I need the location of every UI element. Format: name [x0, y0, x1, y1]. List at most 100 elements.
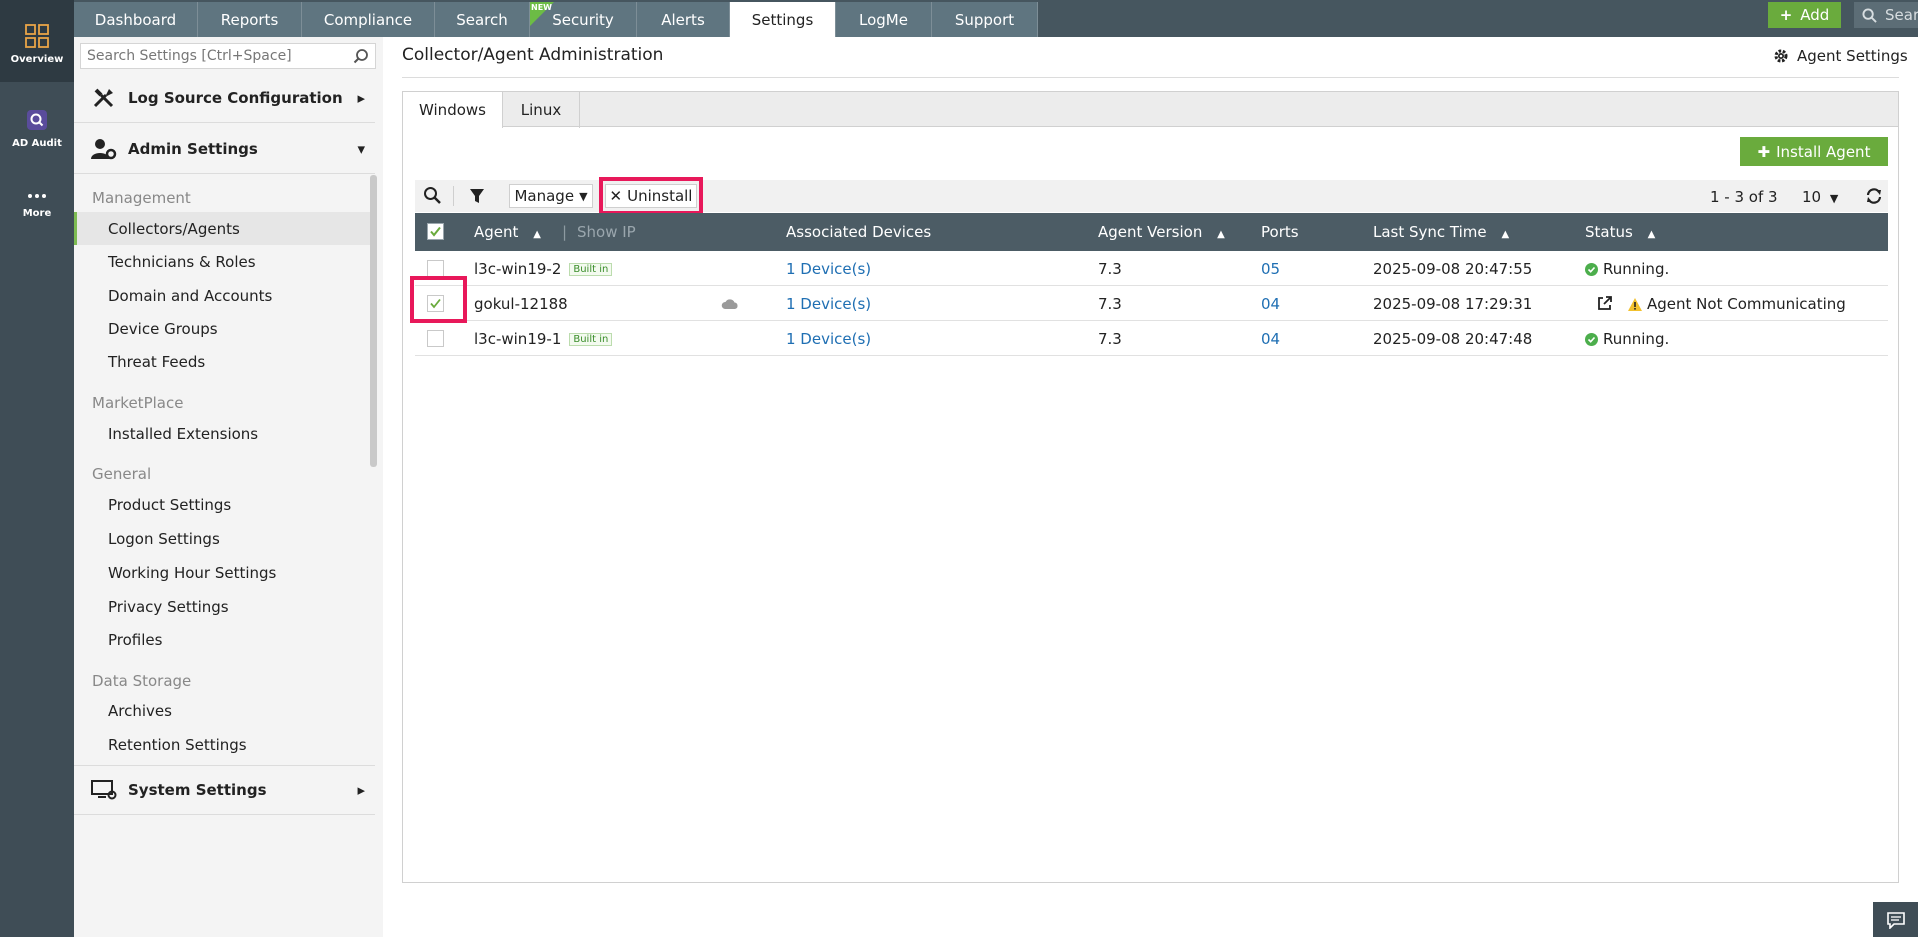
- last-sync-time: 2025-09-08 17:29:31: [1373, 295, 1533, 313]
- table-row[interactable]: l3c-win19-1 Built in 1 Device(s) 7.3 04 2…: [415, 321, 1888, 356]
- tab-reports[interactable]: Reports: [198, 2, 302, 37]
- devices-link[interactable]: 1 Device(s): [786, 295, 871, 313]
- table-row[interactable]: gokul-12188 1 Device(s) 7.3 04 2025-09-0…: [415, 286, 1888, 321]
- tab-linux[interactable]: Linux: [503, 92, 580, 128]
- tab-settings[interactable]: Settings: [730, 2, 836, 37]
- agents-panel: Windows Linux ✚ Install Agent Manage ▼ ✕…: [402, 91, 1899, 883]
- sidebar-item-working-hour-settings[interactable]: Working Hour Settings: [74, 556, 375, 589]
- filter-icon[interactable]: [469, 187, 485, 205]
- column-header-status[interactable]: Status ▲: [1585, 223, 1655, 241]
- caret-down-icon: ▾: [357, 139, 365, 158]
- page-title: Collector/Agent Administration: [402, 45, 664, 65]
- ports-link[interactable]: 04: [1261, 295, 1280, 313]
- gear-icon: [1774, 49, 1788, 63]
- sidebar-item-device-groups[interactable]: Device Groups: [74, 312, 375, 345]
- section-label: Log Source Configuration: [128, 88, 343, 107]
- sidebar-item-installed-extensions[interactable]: Installed Extensions: [74, 417, 375, 450]
- install-agent-button[interactable]: ✚ Install Agent: [1740, 137, 1888, 166]
- agent-name-text: l3c-win19-1: [474, 330, 562, 348]
- sort-asc-icon: ▲: [533, 229, 541, 240]
- sidebar-item-retention-settings[interactable]: Retention Settings: [74, 728, 375, 761]
- section-system-settings[interactable]: System Settings ▸: [74, 765, 375, 815]
- manage-dropdown[interactable]: Manage ▼: [509, 184, 593, 208]
- search-filter-icon[interactable]: [423, 186, 443, 206]
- table-row[interactable]: l3c-win19-2 Built in 1 Device(s) 7.3 05 2…: [415, 251, 1888, 286]
- external-link-icon[interactable]: [1597, 295, 1613, 311]
- group-management: Management: [92, 189, 191, 207]
- settings-search-input[interactable]: Search Settings [Ctrl+Space]: [80, 43, 376, 69]
- column-label: Status: [1585, 223, 1633, 241]
- sidebar-item-collectors-agents[interactable]: Collectors/Agents: [74, 212, 375, 245]
- global-search-input[interactable]: Search: [1854, 2, 1918, 28]
- sidebar-item-privacy-settings[interactable]: Privacy Settings: [74, 590, 375, 623]
- rail-more[interactable]: More: [0, 190, 74, 219]
- search-icon: [353, 49, 368, 64]
- status-cell: Agent Not Communicating: [1628, 295, 1846, 313]
- tab-logme[interactable]: LogMe: [836, 2, 932, 37]
- agent-settings-label: Agent Settings: [1797, 47, 1908, 65]
- tab-support[interactable]: Support: [932, 2, 1038, 37]
- page-size-select[interactable]: 10 ▼: [1802, 188, 1838, 206]
- last-sync-time: 2025-09-08 20:47:48: [1373, 330, 1533, 348]
- agent-version: 7.3: [1098, 260, 1122, 278]
- rail-ad-audit[interactable]: AD Audit: [0, 108, 74, 149]
- add-button[interactable]: + Add: [1768, 2, 1841, 28]
- column-header-agent[interactable]: Agent ▲: [474, 223, 541, 241]
- sidebar-item-logon-settings[interactable]: Logon Settings: [74, 522, 375, 555]
- column-header-ports[interactable]: Ports: [1261, 223, 1299, 241]
- tab-alerts[interactable]: Alerts: [637, 2, 730, 37]
- column-header-agent-version[interactable]: Agent Version ▲: [1098, 223, 1225, 241]
- column-header-last-sync-time[interactable]: Last Sync Time ▲: [1373, 223, 1509, 241]
- tab-label: Compliance: [323, 10, 413, 29]
- plus-icon: ✚: [1757, 142, 1771, 161]
- sidebar-scrollbar[interactable]: [370, 175, 377, 467]
- check-circle-icon: [1585, 262, 1598, 276]
- section-label: System Settings: [128, 781, 267, 799]
- row-checkbox[interactable]: [427, 260, 444, 277]
- column-header-associated-devices[interactable]: Associated Devices: [786, 223, 931, 241]
- status-text: Running.: [1603, 260, 1670, 278]
- status-text: Running.: [1603, 330, 1670, 348]
- section-log-source-configuration[interactable]: Log Source Configuration ▸: [74, 73, 375, 123]
- tab-search[interactable]: Search: [435, 2, 530, 37]
- rail-label-more: More: [22, 208, 52, 219]
- check-icon: [430, 226, 441, 237]
- rail-overview[interactable]: Overview: [0, 0, 74, 82]
- sidebar-item-threat-feeds[interactable]: Threat Feeds: [74, 345, 375, 378]
- chat-button[interactable]: [1873, 902, 1918, 937]
- refresh-icon[interactable]: [1865, 187, 1883, 205]
- section-admin-settings[interactable]: Admin Settings ▾: [74, 124, 375, 174]
- menu-label: Domain and Accounts: [108, 286, 273, 305]
- os-tab-label: Windows: [419, 101, 486, 119]
- tab-security[interactable]: NEW Security: [530, 2, 637, 37]
- agent-settings-link[interactable]: Agent Settings: [1773, 47, 1908, 65]
- ports-link[interactable]: 05: [1261, 260, 1280, 278]
- sidebar-item-profiles[interactable]: Profiles: [74, 623, 375, 656]
- sidebar-item-product-settings[interactable]: Product Settings: [74, 488, 375, 521]
- group-data-storage: Data Storage: [92, 672, 192, 690]
- status-text: Agent Not Communicating: [1647, 295, 1846, 313]
- tab-windows[interactable]: Windows: [403, 92, 503, 128]
- pagination-info: 1 - 3 of 3: [1710, 188, 1778, 206]
- tab-compliance[interactable]: Compliance: [302, 2, 435, 37]
- column-divider: |: [562, 223, 568, 241]
- built-in-badge: Built in: [569, 333, 613, 346]
- menu-label: Archives: [108, 701, 172, 720]
- devices-link[interactable]: 1 Device(s): [786, 260, 871, 278]
- show-ip-toggle[interactable]: Show IP: [577, 223, 636, 241]
- row-checkbox[interactable]: [427, 330, 444, 347]
- section-label: Admin Settings: [128, 139, 258, 158]
- sidebar-item-archives[interactable]: Archives: [74, 694, 375, 727]
- sidebar-item-domain-accounts[interactable]: Domain and Accounts: [74, 279, 375, 312]
- agent-version: 7.3: [1098, 330, 1122, 348]
- new-badge-label: NEW: [531, 3, 552, 12]
- caret-down-icon: ▼: [579, 189, 588, 203]
- caret-right-icon: ▸: [357, 781, 365, 799]
- sidebar-item-technicians-roles[interactable]: Technicians & Roles: [74, 245, 375, 278]
- tab-dashboard[interactable]: Dashboard: [74, 2, 198, 37]
- devices-link[interactable]: 1 Device(s): [786, 330, 871, 348]
- tab-label: Reports: [220, 10, 279, 29]
- select-all-checkbox[interactable]: [427, 223, 444, 240]
- ports-link[interactable]: 04: [1261, 330, 1280, 348]
- group-marketplace: MarketPlace: [92, 394, 184, 412]
